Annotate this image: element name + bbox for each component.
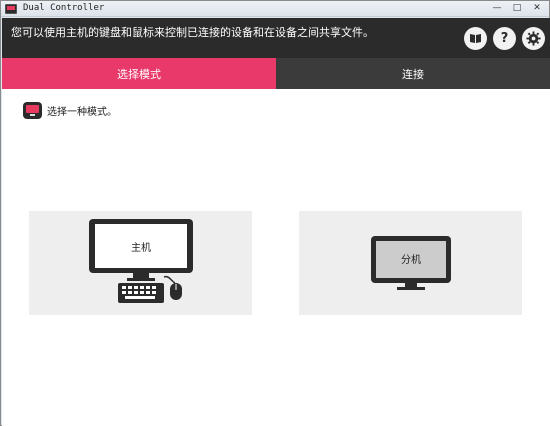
- tab-connect[interactable]: 连接: [276, 58, 550, 89]
- header-bar: 您可以使用主机的键盘和鼠标来控制已连接的设备和在设备之间共享文件。 ?: [2, 18, 550, 58]
- main-content: 选择一种模式。 主机 分机: [2, 89, 550, 426]
- guest-mode-card[interactable]: 分机: [299, 211, 522, 315]
- host-mode-card[interactable]: 主机: [29, 211, 252, 315]
- hint-text: 选择一种模式。: [47, 107, 117, 118]
- mode-tabs: 选择模式 连接: [2, 58, 550, 89]
- gear-icon: [526, 31, 541, 46]
- guest-label: 分机: [401, 253, 421, 266]
- app-logo-icon: [5, 4, 17, 14]
- header-description: 您可以使用主机的键盘和鼠标来控制已连接的设备和在设备之间共享文件。: [11, 26, 374, 39]
- close-button[interactable]: ✕: [531, 1, 543, 15]
- host-label: 主机: [131, 241, 151, 254]
- maximize-button[interactable]: □: [511, 1, 523, 15]
- mode-hint: 选择一种模式。: [23, 102, 117, 119]
- help-icon[interactable]: ?: [493, 27, 516, 50]
- host-computer-icon: 主机: [89, 219, 193, 303]
- window-title: Dual Controller: [23, 3, 105, 13]
- app-window: Dual Controller — □ ✕ 您可以使用主机的键盘和鼠标来控制已连…: [0, 0, 550, 426]
- header-icons: ?: [464, 27, 545, 50]
- monitor-hint-icon: [23, 102, 42, 119]
- tab-select-mode[interactable]: 选择模式: [2, 58, 276, 89]
- manual-book-icon: [470, 34, 481, 43]
- guest-monitor-icon: 分机: [371, 236, 451, 290]
- window-controls: — □ ✕: [491, 1, 543, 15]
- title-bar[interactable]: Dual Controller — □ ✕: [1, 1, 549, 17]
- manual-icon[interactable]: [464, 27, 487, 50]
- minimize-button[interactable]: —: [491, 1, 503, 15]
- settings-icon[interactable]: [522, 27, 545, 50]
